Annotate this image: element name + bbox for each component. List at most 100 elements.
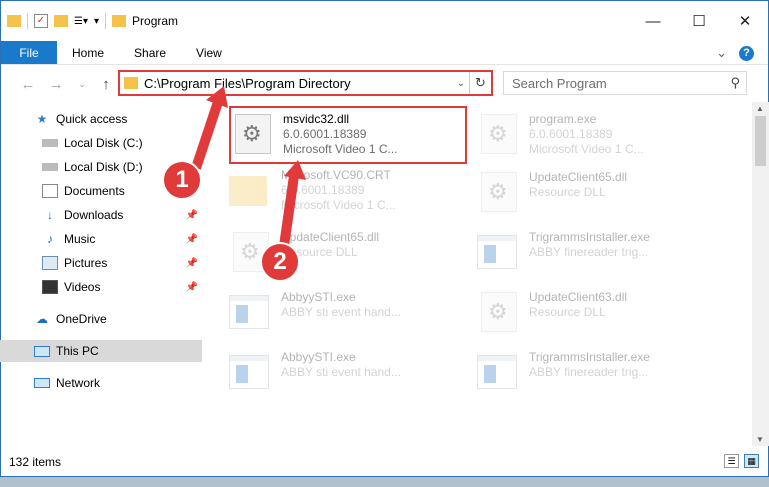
search-input[interactable]: Search Program ⚲	[503, 71, 747, 95]
toolbar-divider	[105, 13, 107, 29]
navigation-pane: ★ Quick access Local Disk (C:) Local Dis…	[0, 102, 205, 446]
file-item-abbyysti-b[interactable]: AbbyySTI.exe ABBY sti event hand...	[229, 346, 469, 402]
tab-view[interactable]: View	[181, 41, 237, 64]
file-item-msvidc32[interactable]: msvidc32.dll 6.0.6001.18389 Microsoft Vi…	[229, 106, 467, 164]
file-description: ABBY finereader trig...	[529, 365, 649, 379]
refresh-icon[interactable]: ↻	[469, 72, 491, 94]
file-name: UpdateClient65.dll	[281, 230, 380, 244]
file-name: msvidc32.dll	[283, 112, 350, 126]
file-item-updateclient63[interactable]: UpdateClient63.dll Resource DLL	[477, 286, 717, 342]
close-button[interactable]: ✕	[722, 1, 768, 41]
tab-file[interactable]: File	[1, 41, 57, 64]
exe-window-icon	[229, 352, 273, 392]
tab-share[interactable]: Share	[119, 41, 181, 64]
nav-downloads[interactable]: ↓ Downloads 📌	[0, 204, 202, 226]
folder-icon	[124, 77, 138, 89]
nav-label: Documents	[64, 184, 125, 198]
file-version: 6.0.6001.18389	[529, 127, 613, 141]
nav-pictures[interactable]: Pictures 📌	[0, 252, 202, 274]
window-controls: — ☐ ✕	[630, 1, 768, 41]
file-name: TrigrammsInstaller.exe	[529, 350, 650, 364]
folder-icon	[7, 15, 21, 27]
file-name: AbbyySTI.exe	[281, 350, 356, 364]
nav-videos[interactable]: Videos 📌	[0, 276, 202, 298]
tab-home[interactable]: Home	[57, 41, 119, 64]
address-bar[interactable]: C:\Program Files\Program Directory ⌄ ↻	[118, 70, 493, 96]
callout-badge-1: 1	[162, 160, 202, 200]
vertical-scrollbar[interactable]: ▲ ▼	[752, 102, 769, 446]
back-arrow-icon[interactable]: ←	[17, 76, 39, 93]
new-folder-icon[interactable]	[54, 15, 68, 27]
documents-icon	[42, 184, 58, 198]
toolbar-divider	[27, 13, 28, 29]
details-view-icon[interactable]: ☰	[724, 454, 739, 468]
nav-local-disk-c[interactable]: Local Disk (C:)	[0, 132, 202, 154]
network-icon	[34, 378, 50, 388]
scroll-up-icon[interactable]: ▲	[756, 104, 764, 113]
ribbon-tabs: File Home Share View ⌄ ?	[1, 41, 768, 65]
file-item-abbyysti-a[interactable]: AbbyySTI.exe ABBY sti event hand...	[229, 286, 469, 342]
file-description: Microsoft Video 1 C...	[529, 142, 644, 156]
nav-network[interactable]: Network	[0, 372, 202, 394]
star-icon: ★	[36, 112, 48, 126]
nav-this-pc[interactable]: This PC	[0, 340, 202, 362]
pin-icon[interactable]: 📌	[186, 210, 198, 221]
help-icon[interactable]: ?	[739, 45, 754, 61]
address-row: ← → ⌄ ↑ C:\Program Files\Program Directo…	[1, 65, 768, 103]
large-icons-view-icon[interactable]: ▦	[744, 454, 759, 468]
chevron-down-icon[interactable]: ⌄	[457, 78, 465, 89]
scrollbar-thumb[interactable]	[755, 116, 766, 166]
pin-icon[interactable]: 📌	[186, 282, 198, 293]
file-item-vc90crt[interactable]: Microsoft.VC90.CRT 6.0.6001.18389 Micros…	[229, 164, 469, 220]
nav-quick-access[interactable]: ★ Quick access	[0, 108, 202, 130]
pin-icon[interactable]: 📌	[186, 258, 198, 269]
drive-icon	[42, 139, 58, 147]
quick-access-toolbar: ✓ ☰▾ ▾	[7, 13, 127, 29]
setup-exe-icon	[477, 114, 521, 154]
file-version: 6.0.6001.18389	[281, 183, 365, 197]
forward-arrow-icon[interactable]: →	[45, 76, 67, 93]
file-name: TrigrammsInstaller.exe	[529, 230, 650, 244]
file-name: Microsoft.VC90.CRT	[281, 168, 391, 182]
download-icon: ↓	[47, 208, 53, 222]
exe-window-icon	[229, 292, 273, 332]
file-name: program.exe	[529, 112, 597, 126]
pin-icon[interactable]: 📌	[186, 234, 198, 245]
file-item-trigrammsinstaller-b[interactable]: TrigrammsInstaller.exe ABBY finereader t…	[477, 346, 717, 402]
search-icon[interactable]: ⚲	[730, 75, 740, 91]
window-title: Program	[132, 14, 179, 28]
search-placeholder: Search Program	[512, 75, 607, 91]
address-path[interactable]: C:\Program Files\Program Directory	[144, 76, 351, 91]
file-description: ABBY sti event hand...	[281, 305, 401, 319]
nav-label: Music	[64, 232, 96, 246]
view-switcher: ☰ ▦	[724, 454, 759, 468]
file-description: Microsoft Video 1 C...	[281, 198, 396, 212]
dll-gear-icon	[231, 114, 275, 154]
file-description: Resource DLL	[529, 185, 606, 199]
item-count: 132 items	[9, 455, 62, 469]
chevron-down-icon[interactable]: ▾	[94, 16, 99, 27]
file-name: AbbyySTI.exe	[281, 290, 356, 304]
scroll-down-icon[interactable]: ▼	[756, 435, 764, 444]
nav-music[interactable]: ♪ Music 📌	[0, 228, 202, 250]
customize-toolbar-icon[interactable]: ☰▾	[74, 16, 88, 27]
recent-locations-icon[interactable]: ⌄	[71, 79, 93, 90]
nav-onedrive[interactable]: ☁ OneDrive	[0, 308, 202, 330]
file-item-updateclient65-b[interactable]: UpdateClient65.dll Resource DLL	[477, 166, 717, 222]
maximize-button[interactable]: ☐	[676, 1, 722, 41]
exe-window-icon	[477, 232, 521, 272]
nav-label: Quick access	[56, 112, 128, 126]
folder-icon	[112, 15, 127, 27]
properties-icon[interactable]: ✓	[34, 14, 48, 28]
music-icon: ♪	[47, 232, 53, 246]
nav-label: Downloads	[64, 208, 124, 222]
pc-icon	[34, 345, 50, 357]
minimize-button[interactable]: —	[630, 1, 676, 41]
pictures-icon	[42, 256, 58, 270]
dll-gear-icon	[477, 172, 521, 212]
drive-icon	[42, 163, 58, 171]
up-arrow-icon[interactable]: ↑	[95, 76, 117, 93]
file-item-program-exe[interactable]: program.exe 6.0.6001.18389 Microsoft Vid…	[477, 108, 717, 164]
file-item-trigrammsinstaller-a[interactable]: TrigrammsInstaller.exe ABBY finereader t…	[477, 226, 717, 282]
expand-ribbon-icon[interactable]: ⌄	[716, 45, 727, 61]
